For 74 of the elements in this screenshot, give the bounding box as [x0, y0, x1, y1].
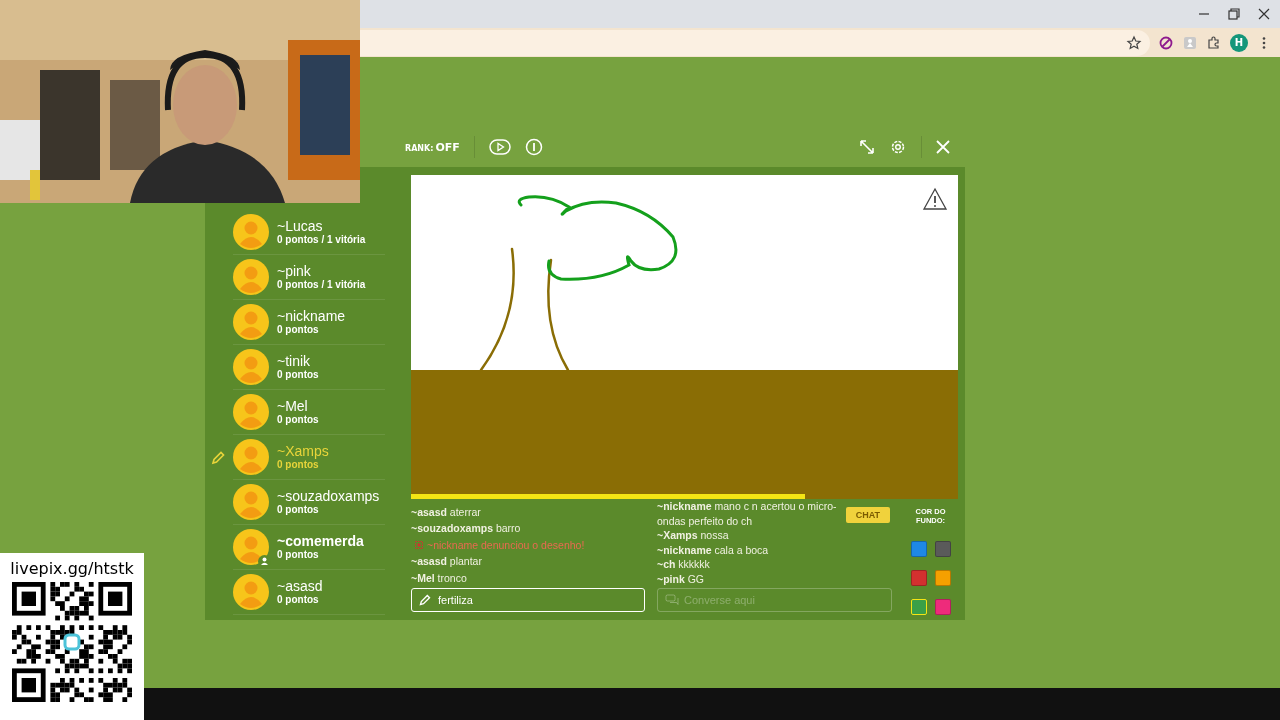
chat-message: ~ch kkkkkk — [657, 557, 711, 572]
alert-message: ~nickname denunciou o desenho! — [427, 537, 585, 553]
expand-button[interactable] — [859, 139, 875, 155]
avatar-icon — [233, 394, 269, 430]
player-score: 0 pontos / 1 vitória — [277, 234, 366, 246]
pencil-icon — [211, 451, 225, 465]
avatar-icon — [233, 259, 269, 295]
chat-message: ~nickname cala a boca — [657, 542, 770, 557]
player-name: ~tinik — [277, 353, 312, 369]
player-item[interactable]: ~Mel 0 pontos — [233, 390, 385, 435]
color-swatch[interactable] — [910, 570, 927, 586]
chat-message: ~pink GG — [657, 571, 705, 586]
avatar-icon — [233, 529, 269, 565]
player-name: ~Lucas — [277, 218, 324, 234]
settings-button[interactable] — [889, 138, 907, 156]
player-score: 0 pontos — [277, 459, 320, 471]
drawing-canvas[interactable] — [411, 175, 958, 494]
block-icon[interactable] — [1158, 34, 1174, 51]
avatar-icon — [233, 304, 269, 340]
player-item[interactable]: ~asasd 0 pontos — [233, 570, 385, 615]
star-icon[interactable] — [1126, 34, 1142, 51]
rank-value: OFF — [435, 140, 460, 154]
player-name: ~pink — [277, 263, 312, 279]
color-swatch[interactable] — [934, 599, 951, 615]
player-name: ~Mel — [277, 398, 309, 414]
guess-message: ~Mel tronco — [411, 570, 468, 586]
player-item[interactable]: ~comemerda 0 pontos — [233, 525, 385, 570]
donation-link[interactable]: livepix.gg/htstk — [10, 559, 134, 578]
player-score: 0 pontos — [277, 549, 320, 561]
info-button[interactable] — [524, 138, 543, 156]
player-score: 0 pontos — [277, 594, 320, 606]
avatar-icon — [233, 214, 269, 250]
player-item[interactable]: ~pink 0 pontos / 1 vitória — [233, 255, 385, 300]
close-icon[interactable] — [1256, 6, 1272, 22]
puzzle-icon[interactable] — [1206, 34, 1222, 51]
color-swatch[interactable] — [910, 599, 927, 615]
player-name: ~asasd — [277, 578, 323, 594]
guess-message: ~asasd plantar — [411, 554, 483, 569]
profile-avatar[interactable]: H — [1230, 33, 1248, 52]
avatar-icon — [233, 439, 269, 475]
avatar-icon — [233, 349, 269, 385]
player-item[interactable]: ~Xamps 0 pontos — [233, 435, 385, 480]
chat-icon — [665, 594, 679, 606]
chat-message: ~Xamps nossa — [657, 528, 730, 543]
play-button[interactable] — [488, 139, 511, 155]
player-item[interactable]: ~souzadoxamps 0 pontos — [233, 480, 385, 525]
color-swatch[interactable] — [934, 541, 951, 557]
guess-message: ~souzadoxamps barro — [411, 521, 522, 536]
player-score: 0 pontos — [277, 504, 320, 516]
player-name: ~souzadoxamps — [277, 488, 380, 504]
warning-icon[interactable] — [922, 187, 948, 211]
player-item[interactable]: ~nickname 0 pontos — [233, 300, 385, 345]
extension-icon[interactable] — [1182, 34, 1198, 51]
color-swatch[interactable] — [910, 541, 927, 557]
player-score: 0 pontos — [277, 324, 320, 336]
answer-field[interactable]: fertiliza — [411, 588, 645, 612]
rank-label: RANK: — [405, 143, 434, 153]
chat-label: CHAT — [845, 507, 890, 523]
player-name: ~nickname — [277, 308, 346, 324]
close-button[interactable] — [936, 140, 950, 154]
player-item[interactable]: ~tinik 0 pontos — [233, 345, 385, 390]
avatar-icon — [233, 484, 269, 520]
pencil-icon — [419, 594, 431, 606]
player-score: 0 pontos / 1 vitória — [277, 279, 366, 291]
player-item[interactable]: ~Lucas 0 pontos / 1 vitória — [233, 210, 385, 255]
avatar-icon — [233, 574, 269, 610]
restore-icon[interactable] — [1226, 6, 1242, 22]
player-score: 0 pontos — [277, 414, 319, 426]
alert-icon — [415, 540, 423, 549]
player-name: ~comemerda — [277, 533, 364, 549]
player-name: ~Xamps — [277, 443, 329, 459]
guess-message: ~asasd aterrar — [411, 504, 482, 520]
color-swatch[interactable] — [934, 570, 951, 586]
player-score: 0 pontos — [277, 369, 319, 381]
